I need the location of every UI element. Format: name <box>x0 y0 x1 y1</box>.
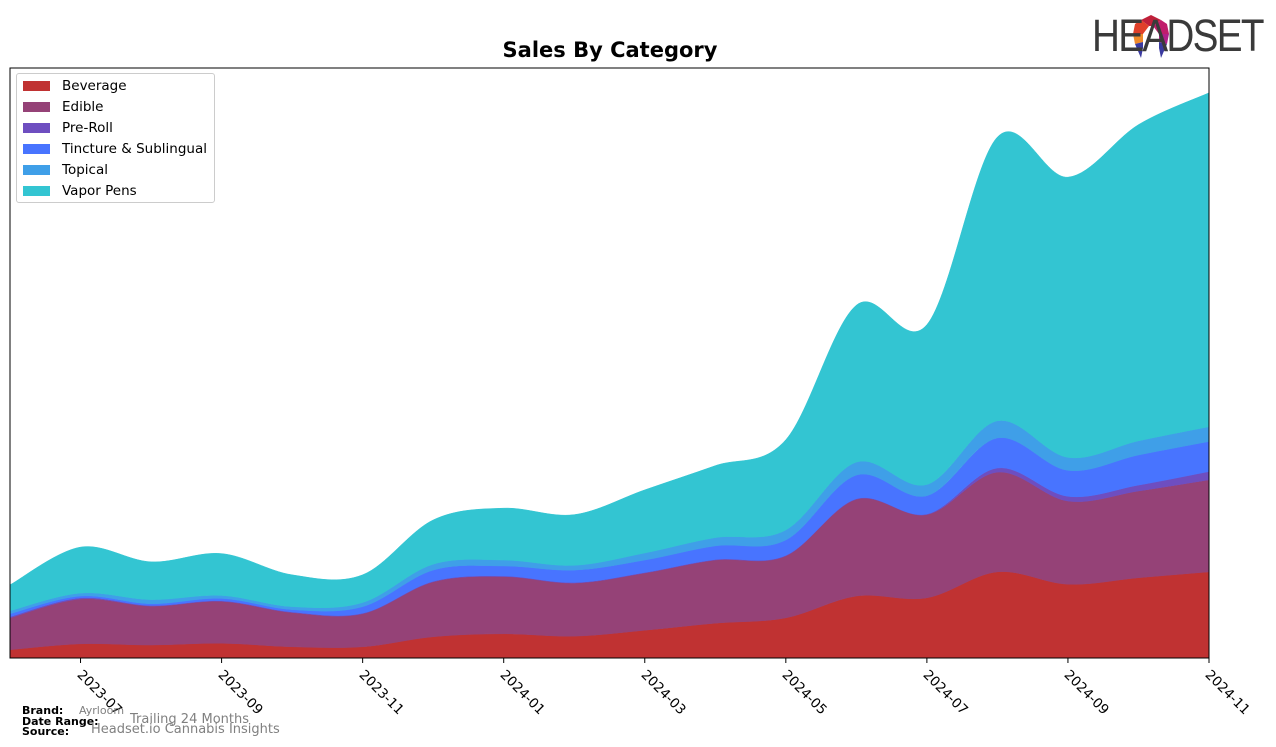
legend-item: Beverage <box>23 77 127 95</box>
source-label: Source: <box>22 725 70 738</box>
source-value: Headset.io Cannabis Insights <box>91 722 280 737</box>
legend-swatch <box>23 81 50 91</box>
legend-label: Topical <box>62 162 108 178</box>
legend-label: Beverage <box>62 78 127 94</box>
legend-swatch <box>23 123 50 133</box>
legend-item: Edible <box>23 98 103 116</box>
legend-swatch <box>23 186 50 196</box>
legend-swatch <box>23 102 50 112</box>
legend-item: Vapor Pens <box>23 182 137 200</box>
legend-label: Vapor Pens <box>62 183 137 199</box>
legend-item: Pre-Roll <box>23 119 113 137</box>
legend-label: Edible <box>62 99 104 115</box>
footer-source: Source: Headset.io Cannabis Insights <box>22 723 280 738</box>
legend-item: Topical <box>23 161 108 179</box>
legend-swatch <box>23 144 50 154</box>
chart-legend: Beverage Edible Pre-Roll Tincture & Subling… <box>16 73 215 203</box>
legend-swatch <box>23 165 50 175</box>
legend-label: Tincture & Sublingual <box>62 141 207 157</box>
legend-label: Pre-Roll <box>62 120 113 136</box>
legend-item: Tincture & Sublingual <box>23 140 207 158</box>
